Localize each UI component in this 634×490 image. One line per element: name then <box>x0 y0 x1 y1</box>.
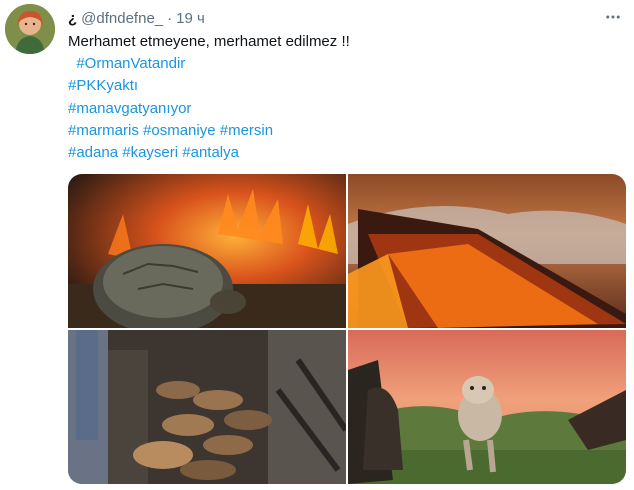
tweet-text: Merhamet etmeyene, merhamet edilmez !! #… <box>68 31 608 164</box>
more-options-button[interactable] <box>602 6 624 28</box>
hashtag-link[interactable]: #OrmanVatandir <box>76 55 185 72</box>
burning-forest-hillside-photo[interactable] <box>348 174 626 328</box>
more-options-icon <box>606 15 620 19</box>
avatar-image <box>5 4 55 54</box>
tweet-timestamp[interactable]: 19 ч <box>176 10 205 27</box>
hashtag-link[interactable]: #adana <box>68 144 118 161</box>
author-handle[interactable]: @dfndefne_ <box>81 10 163 27</box>
tweet-text-line: Merhamet etmeyene, merhamet edilmez !! <box>68 33 350 50</box>
dog-image <box>348 330 626 484</box>
hashtag-line: #marmaris #osmaniye #mersin <box>68 120 608 142</box>
profile-avatar[interactable] <box>5 4 55 54</box>
hashtag-link[interactable]: #manavgatyanıyor <box>68 100 191 117</box>
tortoise-image <box>68 174 346 328</box>
burned-animals-barn-photo[interactable] <box>68 330 346 484</box>
media-grid <box>68 174 626 484</box>
hashtag-line: #PKKyaktı <box>68 75 608 97</box>
separator-dot: · <box>167 9 173 27</box>
hashtag-link[interactable]: #PKKyaktı <box>68 77 138 94</box>
tweet-card[interactable]: ¿ @dfndefne_ · 19 ч Merhamet etmeyene, m… <box>0 0 634 490</box>
barn-image <box>68 330 346 484</box>
hashtag-link[interactable]: #osmaniye <box>143 122 216 139</box>
tortoise-in-fire-photo[interactable] <box>68 174 346 328</box>
hashtag-line: #manavgatyanıyor <box>68 98 608 120</box>
injured-dog-photo[interactable] <box>348 330 626 484</box>
hashtag-link[interactable]: #kayseri <box>122 144 178 161</box>
hashtag-link[interactable]: #mersin <box>220 122 273 139</box>
hashtag-line: #adana #kayseri #antalya <box>68 142 608 164</box>
tweet-header: ¿ @dfndefne_ · 19 ч <box>68 8 205 28</box>
hashtag-line: #OrmanVatandir <box>68 53 608 75</box>
forest-fire-image <box>348 174 626 328</box>
hashtag-link[interactable]: #marmaris <box>68 122 139 139</box>
hashtag-link[interactable]: #antalya <box>182 144 239 161</box>
author-display-name[interactable]: ¿ <box>68 10 77 27</box>
